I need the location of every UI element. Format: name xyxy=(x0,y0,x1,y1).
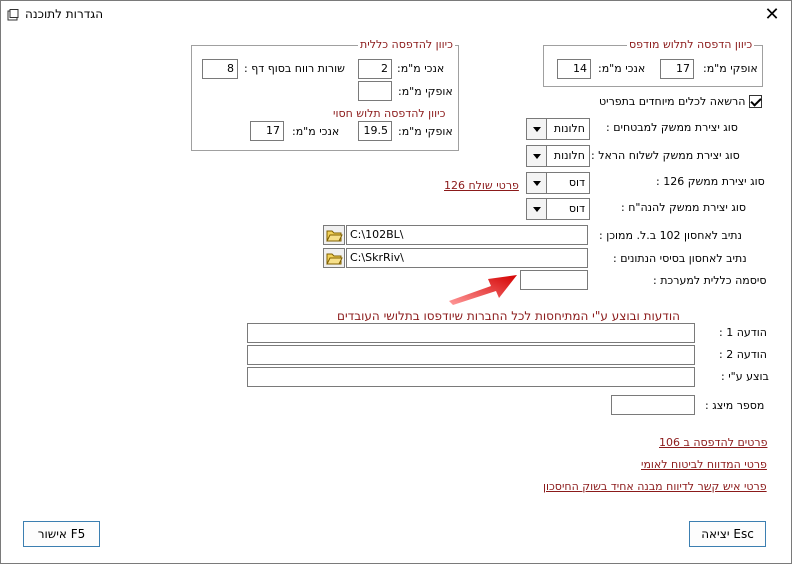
general-horizontal-input[interactable] xyxy=(358,81,392,101)
accounting-interface-select[interactable]: דוס xyxy=(526,198,590,220)
app-icon xyxy=(7,9,19,21)
done-by-input[interactable] xyxy=(247,367,695,387)
insurers-interface-label: סוג יצירת ממשק למבטחים : xyxy=(606,121,738,134)
end-rows-label: שורות רווח בסוף דף : xyxy=(244,62,345,75)
messages-title: הודעות ובוצע ע"י המתיחסות לכל החברות שיו… xyxy=(335,309,682,323)
password-label: סיסמה כללית למערכת : xyxy=(653,274,767,287)
folder-icon xyxy=(326,230,343,242)
interface-126-value: דוס xyxy=(568,176,585,189)
harel-interface-select[interactable]: חלונות xyxy=(526,145,590,167)
confidential-vertical-input[interactable]: 17 xyxy=(250,121,284,141)
confidential-horizontal-label: אופקי מ"מ: xyxy=(398,125,453,138)
chevron-down-icon[interactable] xyxy=(527,199,547,219)
general-vertical-input[interactable]: 2 xyxy=(358,59,392,79)
end-rows-input[interactable]: 8 xyxy=(202,59,238,79)
presenter-number-label: מספר מיצג : xyxy=(705,399,765,412)
general-print-frame-title: כיוון להדפסה כללית xyxy=(358,38,455,51)
path-db-input[interactable]: C:\SkrRiv\ xyxy=(346,248,588,268)
chevron-down-icon[interactable] xyxy=(527,146,547,166)
folder-102-button[interactable] xyxy=(323,225,345,245)
harel-interface-value: חלונות xyxy=(553,149,585,162)
insurers-interface-select[interactable]: חלונות xyxy=(526,118,590,140)
path-db-label: נתיב לאחסון בסיסי הנתונים : xyxy=(613,252,747,265)
settings-window: הגדרות לתוכנה ✕ כיוון להדפסה כללית אנכי … xyxy=(0,0,792,564)
print-106-link[interactable]: פרטים להדפסה ב 106 xyxy=(659,436,767,449)
accounting-interface-label: סוג יצירת ממשק להנה"ח : xyxy=(621,201,747,214)
printed-vertical-label: אנכי מ"מ: xyxy=(598,62,646,75)
message-1-label: הודעה 1 : xyxy=(719,326,767,339)
presenter-number-input[interactable] xyxy=(611,395,695,415)
chevron-down-icon[interactable] xyxy=(527,119,547,139)
printed-horizontal-label: אופקי מ"מ: xyxy=(703,62,758,75)
ok-button[interactable]: אישור F5 xyxy=(23,521,100,547)
exit-button[interactable]: יציאה Esc xyxy=(689,521,766,547)
printed-vertical-input[interactable]: 14 xyxy=(557,59,591,79)
path-102-label: נתיב לאחסון 102 ב.ל. ממוכן : xyxy=(599,229,742,242)
path-102-input[interactable]: C:\102BL\ xyxy=(346,225,588,245)
folder-icon xyxy=(326,253,343,265)
printed-slip-frame-title: כיוון הדפסה לתלוש מודפס xyxy=(627,38,755,51)
general-horizontal-label: אופקי מ"מ: xyxy=(398,85,453,98)
window-title: הגדרות לתוכנה xyxy=(25,7,104,21)
insurers-interface-value: חלונות xyxy=(553,122,585,135)
special-tools-label: הרשאה לכלים מיוחדים בתפריט xyxy=(599,95,746,108)
sender-126-link[interactable]: פרטי שולח 126 xyxy=(444,179,519,192)
interface-126-select[interactable]: דוס xyxy=(526,172,590,194)
printed-horizontal-input[interactable]: 17 xyxy=(660,59,694,79)
confidential-horizontal-input[interactable]: 19.5 xyxy=(358,121,392,141)
password-input[interactable] xyxy=(520,270,588,290)
close-icon[interactable]: ✕ xyxy=(761,4,783,26)
contact-person-link[interactable]: פרטי איש קשר לדיווח מבנה אחיד בשוק החיסכ… xyxy=(543,480,767,493)
accounting-interface-value: דוס xyxy=(568,202,585,215)
confidential-slip-title: כיוון להדפסה תלוש חסוי xyxy=(333,107,446,120)
chevron-down-icon[interactable] xyxy=(527,173,547,193)
message-2-label: הודעה 2 : xyxy=(719,348,767,361)
pointer-arrow-icon xyxy=(449,275,517,305)
reported-ni-link[interactable]: פרטי המדווח לביטוח לאומי xyxy=(641,458,767,471)
done-by-label: בוצע ע"י : xyxy=(721,370,769,383)
special-tools-checkbox[interactable] xyxy=(749,95,762,108)
title-bar: הגדרות לתוכנה ✕ xyxy=(1,1,791,29)
harel-interface-label: סוג יצירת ממשק לשלוח הראל : xyxy=(591,149,740,162)
folder-db-button[interactable] xyxy=(323,248,345,268)
confidential-vertical-label: אנכי מ"מ: xyxy=(292,125,340,138)
message-1-input[interactable] xyxy=(247,323,695,343)
interface-126-label: סוג יצירת ממשק 126 : xyxy=(656,175,765,188)
general-vertical-label: אנכי מ"מ: xyxy=(397,62,445,75)
message-2-input[interactable] xyxy=(247,345,695,365)
